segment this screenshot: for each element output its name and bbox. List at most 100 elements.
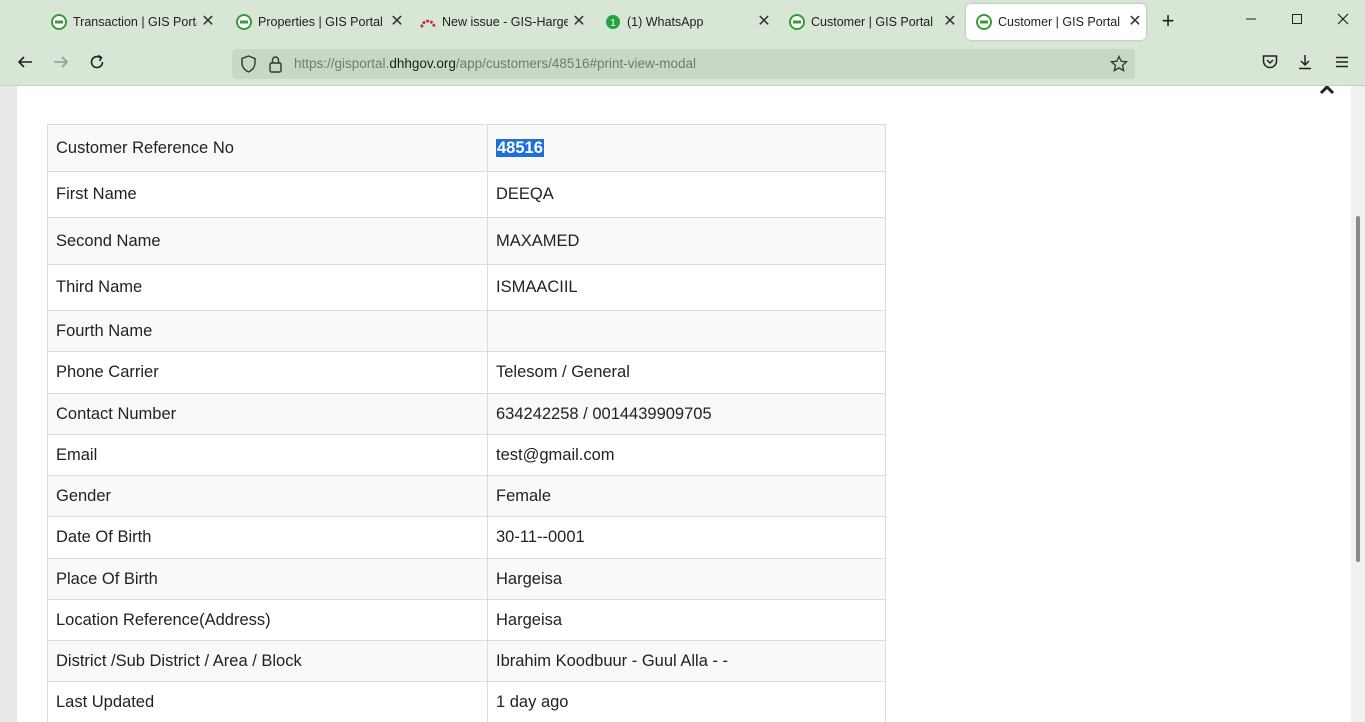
forward-button[interactable] (49, 53, 73, 77)
table-row: Customer Reference No 48516 (47, 124, 886, 172)
field-value-cell: Hargeisa (487, 558, 886, 600)
pocket-button[interactable] (1258, 53, 1282, 77)
table-row: Date Of Birth 30-11--0001 (47, 516, 886, 559)
maximize-button[interactable] (1286, 10, 1308, 32)
field-value: MAXAMED (496, 231, 580, 250)
gitlab-icon (420, 14, 436, 30)
field-value-cell: Ibrahim Koodbuur - Guul Alla - - (487, 640, 886, 682)
table-row: Second Name MAXAMED (47, 217, 886, 265)
tab-title: Customer | GIS Portal (998, 15, 1121, 29)
back-arrow-icon (17, 56, 32, 68)
page-scrollbar[interactable] (1351, 86, 1365, 722)
tab-title: Customer | GIS Portal (811, 15, 934, 29)
table-row: Place Of Birth Hargeisa (47, 558, 886, 600)
close-tab-icon[interactable]: ✕ (753, 14, 775, 30)
navigation-bar: https://gisportal.dhhgov.org/app/custome… (0, 44, 1365, 86)
pocket-icon (1262, 55, 1278, 69)
field-value: ISMAACIIL (496, 278, 578, 296)
field-label: Email (47, 434, 488, 476)
field-value: 1 day ago (496, 693, 569, 711)
back-button[interactable] (13, 53, 37, 77)
tab-title: New issue - GIS-Hargeisa (442, 15, 568, 29)
reload-button[interactable] (85, 53, 109, 77)
field-label: Third Name (47, 264, 488, 311)
field-value: Telesom / General (496, 363, 630, 381)
tab-new-issue[interactable]: New issue - GIS-Hargeisa ✕ (410, 4, 590, 40)
minimize-button[interactable] (1240, 10, 1262, 32)
forward-arrow-icon (54, 56, 69, 68)
table-row: Phone Carrier Telesom / General (47, 351, 886, 394)
field-value: test@gmail.com (496, 445, 615, 464)
field-label: Fourth Name (47, 310, 488, 352)
field-label: Phone Carrier (47, 351, 488, 394)
url-text[interactable]: https://gisportal.dhhgov.org/app/custome… (294, 49, 696, 79)
new-tab-button[interactable]: + (1157, 10, 1179, 32)
close-tab-icon[interactable]: ✕ (939, 14, 961, 30)
print-view-modal: Customer Reference No 48516 First Name DEEQ… (17, 86, 1351, 722)
customer-details-table: Customer Reference No 48516 First Name DEEQ… (47, 124, 886, 722)
close-window-button[interactable] (1332, 10, 1354, 32)
table-row: District /Sub District / Area / Block Ibr… (47, 640, 886, 682)
field-label: District /Sub District / Area / Block (47, 640, 488, 682)
field-value: 30-11--0001 (496, 528, 585, 546)
tab-title: Properties | GIS Portal (258, 15, 383, 29)
close-tab-icon[interactable]: ✕ (1124, 14, 1146, 30)
field-value-cell: Female (487, 475, 886, 517)
close-icon (1337, 13, 1349, 25)
field-value: Ibrahim Koodbuur - Guul Alla - - (496, 651, 729, 670)
tab-customer[interactable]: Customer | GIS Portal ✕ (779, 4, 961, 40)
url-path: /app/customers/48516#print-view-modal (455, 56, 696, 71)
field-value-cell: ISMAACIIL (487, 264, 886, 311)
close-tab-icon[interactable]: ✕ (386, 14, 408, 30)
tab-transaction[interactable]: Transaction | GIS Portal ✕ (41, 4, 219, 40)
gis-portal-icon (976, 14, 992, 30)
close-tab-icon[interactable]: ✕ (197, 14, 219, 30)
field-value-cell: Hargeisa (487, 599, 886, 641)
shield-icon[interactable] (240, 55, 257, 78)
downloads-button[interactable] (1293, 53, 1317, 77)
tab-whatsapp[interactable]: 1 (1) WhatsApp ✕ (595, 4, 775, 40)
page-content: Customer Reference No 48516 First Name DEEQ… (0, 86, 1365, 722)
table-row: Location Reference(Address) Hargeisa (47, 599, 886, 641)
gis-portal-icon (236, 14, 252, 30)
gis-portal-icon (789, 14, 805, 30)
reload-icon (90, 54, 104, 69)
tab-properties[interactable]: Properties | GIS Portal ✕ (226, 4, 408, 40)
gis-portal-icon (51, 14, 67, 30)
field-value-cell: MAXAMED (487, 217, 886, 265)
field-value-cell: test@gmail.com (487, 434, 886, 476)
lock-icon[interactable] (268, 55, 283, 78)
maximize-icon (1292, 14, 1302, 24)
field-label: Place Of Birth (47, 558, 488, 600)
table-row: First Name DEEQA (47, 171, 886, 218)
table-row: Fourth Name (47, 310, 886, 352)
whatsapp-icon: 1 (605, 14, 621, 30)
field-value-cell: Telesom / General (487, 351, 886, 394)
table-row: Gender Female (47, 475, 886, 517)
menu-button[interactable] (1330, 53, 1354, 77)
field-label: Customer Reference No (47, 124, 488, 172)
field-value: Hargeisa (496, 610, 563, 629)
field-label: Gender (47, 475, 488, 517)
field-label: Second Name (47, 217, 488, 265)
modal-close-chevron-icon[interactable] (1319, 86, 1335, 101)
field-value: Hargeisa (496, 569, 563, 588)
table-row: Third Name ISMAACIIL (47, 264, 886, 311)
field-label: Date Of Birth (47, 516, 488, 559)
field-value-cell (487, 310, 886, 352)
tab-customer-active[interactable]: Customer | GIS Portal ✕ (966, 4, 1146, 40)
field-value-cell: 30-11--0001 (487, 516, 886, 559)
field-value: DEEQA (496, 185, 554, 203)
field-label: Last Updated (47, 681, 488, 722)
tab-strip: Transaction | GIS Portal ✕ Properties | … (0, 0, 1365, 44)
tab-title: Transaction | GIS Portal (73, 15, 197, 29)
download-icon (1299, 55, 1311, 70)
field-value: 634242258 / 0014439909705 (496, 404, 712, 423)
field-value-cell: 634242258 / 0014439909705 (487, 393, 886, 435)
bookmark-star-icon[interactable] (1109, 54, 1129, 78)
scrollbar-thumb[interactable] (1356, 216, 1360, 562)
field-value: Female (496, 486, 552, 505)
close-tab-icon[interactable]: ✕ (568, 14, 590, 30)
tab-title: (1) WhatsApp (627, 15, 704, 29)
address-bar[interactable]: https://gisportal.dhhgov.org/app/custome… (232, 49, 1135, 79)
